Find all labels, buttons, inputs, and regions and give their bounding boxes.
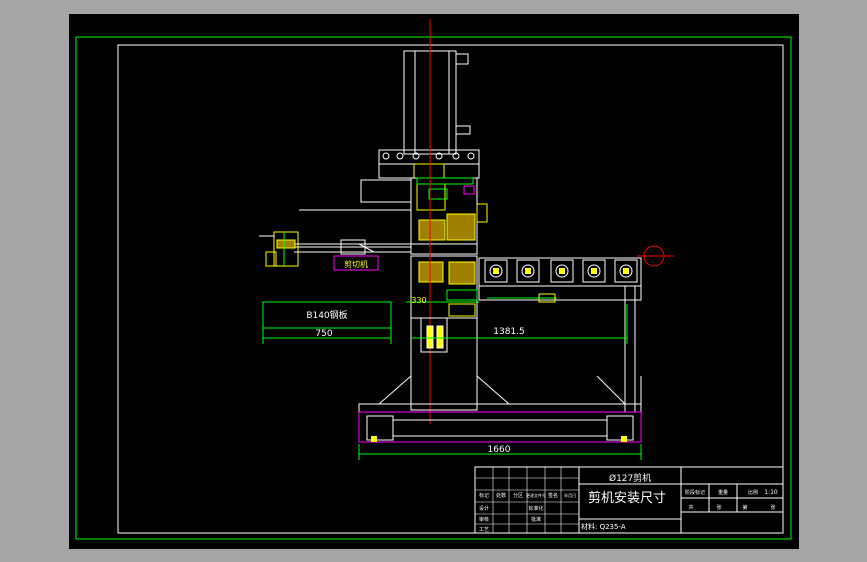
title-scale: 1:10: [764, 489, 778, 496]
svg-text:签名: 签名: [548, 492, 558, 499]
base-frame: [358, 403, 642, 443]
svg-text:阶段标记: 阶段标记: [685, 489, 705, 496]
svg-text:工艺: 工艺: [479, 527, 489, 533]
svg-text:比例: 比例: [748, 489, 758, 496]
svg-text:标准化: 标准化: [528, 505, 543, 512]
svg-text:第: 第: [742, 504, 747, 511]
svg-text:重量: 重量: [718, 489, 728, 496]
drawing-viewport[interactable]: 剪切机 B140钢板 750 1381.5 1660 330 Ø127剪机 剪机…: [69, 14, 799, 549]
left-arm: [294, 179, 412, 253]
svg-text:更改文件号: 更改文件号: [526, 492, 546, 498]
outer-frame: [75, 36, 792, 540]
title-material: 材料: Q235-A: [581, 522, 626, 531]
cad-drawing: 剪切机 B140钢板 750 1381.5 1660 330 Ø127剪机 剪机…: [75, 19, 792, 540]
svg-text:共: 共: [688, 504, 693, 511]
inner-frame: [117, 44, 784, 534]
svg-text:张: 张: [716, 504, 721, 511]
svg-text:张: 张: [770, 504, 775, 511]
tag-label: 剪切机: [344, 259, 368, 269]
dim-plate-label: B140钢板: [306, 309, 347, 321]
title-main: 剪机安装尺寸: [588, 490, 666, 506]
dim-1381: 1381.5: [493, 327, 525, 337]
svg-text:设计: 设计: [479, 505, 489, 512]
svg-text:分区: 分区: [513, 492, 523, 499]
dim-750: 750: [315, 329, 332, 339]
central-housing: [410, 177, 488, 255]
upper-column: [403, 50, 471, 155]
svg-text:年月日: 年月日: [564, 492, 576, 498]
svg-text:批准: 批准: [531, 516, 541, 523]
title-block-right-labels: 阶段标记 重量 比例 共 张 第 张: [685, 489, 776, 511]
title-block-left-labels: 标记 处数 分区 更改文件号 签名 年月日 设计 审核 工艺 标准化 批准: [479, 492, 576, 533]
lower-housing: [410, 255, 478, 319]
dim-1660: 1660: [488, 445, 511, 455]
svg-text:审核: 审核: [479, 516, 489, 523]
svg-text:处数: 处数: [496, 492, 506, 499]
dim-330: 330: [411, 296, 426, 305]
title-top: Ø127剪机: [609, 472, 651, 484]
svg-text:标记: 标记: [479, 492, 489, 499]
